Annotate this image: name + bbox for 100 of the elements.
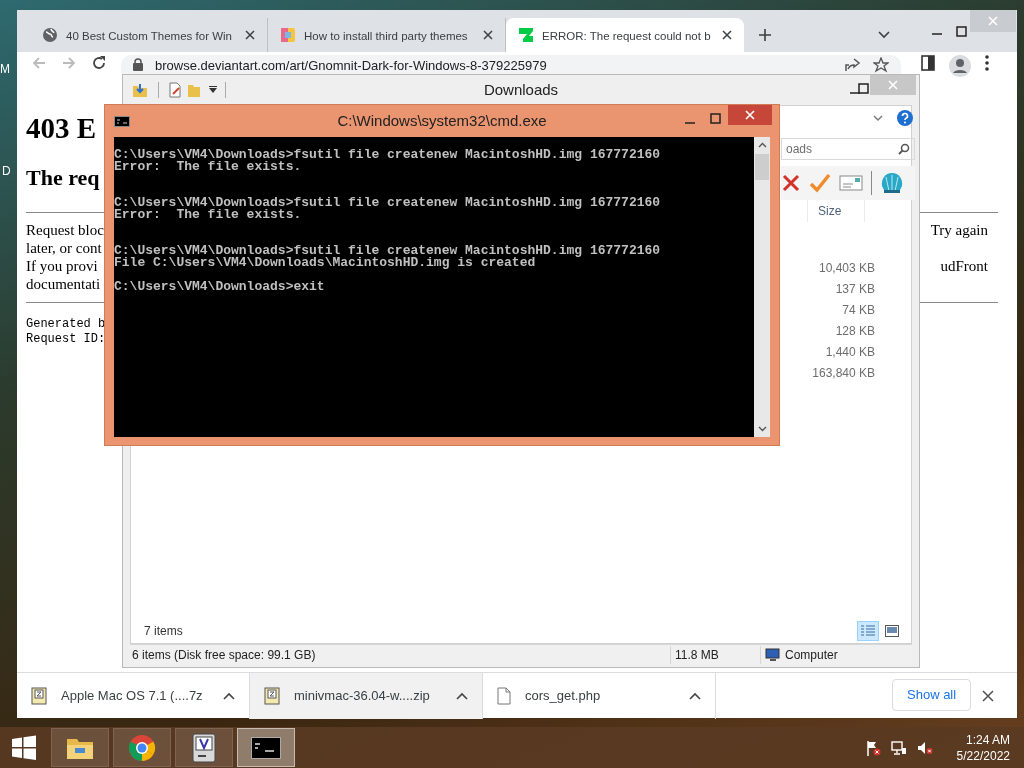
close-icon[interactable] — [982, 690, 994, 702]
caret-up-icon[interactable] — [223, 691, 235, 700]
delete-icon[interactable] — [781, 173, 801, 193]
table-cell-text: 137 KB — [834, 281, 875, 298]
tab-title: ERROR: The request could not b — [542, 30, 711, 42]
clock-time: 1:24 AM — [965, 731, 1010, 748]
window-title: Downloads — [483, 79, 559, 100]
clock[interactable]: 1:24 AM 5/22/2022 — [956, 731, 1010, 764]
download-name: cors_get.php — [525, 686, 602, 705]
reload-icon[interactable] — [91, 55, 107, 71]
help-icon[interactable] — [897, 110, 913, 126]
scrollbar-thumb[interactable] — [755, 154, 769, 180]
close-icon[interactable] — [722, 30, 732, 40]
page-text: If you provi — [26, 257, 98, 275]
console-line: Error: The file exists. — [114, 209, 303, 221]
download-item[interactable]: minivmac-36.04-w....zip — [250, 672, 483, 719]
page-text: Generated b — [26, 317, 106, 332]
browser-tab[interactable]: ERROR: The request could not b — [506, 18, 744, 52]
star-icon[interactable] — [873, 56, 889, 73]
table-cell-text: 74 KB — [841, 302, 875, 319]
page-text: later, or cont — [26, 239, 102, 257]
scroll-down-icon[interactable] — [757, 426, 767, 432]
caret-up-icon[interactable] — [456, 691, 468, 700]
globe-icon — [42, 27, 58, 43]
page-text: Request bloc — [26, 221, 104, 239]
download-name: Apple Mac OS 7.1 (....7z — [61, 686, 204, 705]
card-icon[interactable] — [839, 175, 863, 191]
window-title: C:\Windows\system32\cmd.exe — [337, 110, 547, 131]
status-text: 6 items (Disk free space: 99.1 GB) — [131, 647, 317, 664]
tab-title: How to install third party themes — [304, 30, 468, 42]
page-text: udFront — [940, 257, 988, 275]
profile-icon[interactable] — [949, 55, 971, 77]
shell-icon[interactable] — [880, 172, 904, 194]
console-line: Error: The file exists. — [114, 161, 303, 173]
network-icon[interactable] — [890, 739, 907, 756]
browser-logo-icon[interactable] — [128, 733, 156, 762]
search-icon[interactable] — [898, 143, 910, 155]
url-text: browse.deviantart.com/art/Gnomnit-Dark-for-Windows-8-379225979 — [155, 57, 547, 73]
scroll-up-icon[interactable] — [757, 142, 767, 148]
start-icon[interactable] — [11, 734, 37, 761]
show-all-button[interactable]: Show all — [892, 679, 972, 711]
terminal-icon[interactable] — [251, 736, 281, 759]
search-placeholder: oads — [786, 141, 813, 158]
console-line: C:\Users\VM4\Downloads>fsutil file createnew MacintoshHD.img 167772160 — [114, 197, 662, 209]
console-line: C:\Users\VM4\Downloads>fsutil file createnew MacintoshHD.img 167772160 — [114, 245, 662, 257]
close-icon[interactable] — [245, 30, 255, 40]
archive-icon — [31, 686, 47, 705]
console-icon — [114, 115, 130, 127]
maximize-icon[interactable] — [710, 113, 721, 124]
taskbar-app-button[interactable] — [237, 728, 295, 767]
lock-icon — [133, 58, 143, 71]
archive-icon — [264, 686, 280, 705]
download-name: minivmac-36.04-w....zip — [294, 686, 431, 705]
console-line: File C:\Users\VM4\Downloads\MacintoshHD.img is created — [114, 257, 536, 269]
checkmark-icon[interactable] — [809, 173, 831, 193]
file-icon — [497, 686, 511, 705]
item-count: 7 items — [144, 623, 183, 640]
desktop-icon-label: M — [0, 61, 10, 78]
console-line: C:\Users\VM4\Downloads>exit — [114, 281, 326, 293]
chevron-down-icon[interactable] — [873, 114, 883, 122]
dropdown-icon[interactable] — [209, 86, 217, 94]
page-text: Request ID: — [26, 332, 106, 347]
download-item[interactable]: cors_get.php — [483, 672, 716, 719]
new-tab-icon[interactable] — [758, 28, 772, 42]
status-text: Computer — [785, 647, 838, 664]
computer-icon — [765, 648, 781, 662]
status-text: 11.8 MB — [670, 646, 760, 664]
page-heading: 403 E — [26, 111, 97, 146]
page-text: Try again — [930, 221, 988, 239]
desktop-icon-label: D — [2, 163, 11, 180]
maximize-icon[interactable] — [956, 26, 967, 37]
taskbar-app-button[interactable] — [51, 728, 109, 767]
site-icon — [280, 27, 296, 43]
site-icon — [518, 27, 534, 43]
folder-download-icon[interactable] — [132, 82, 148, 98]
table-cell-text: 10,403 KB — [817, 260, 875, 277]
tab-title: 40 Best Custom Themes for Win — [66, 30, 232, 42]
table-cell-text: 1,440 KB — [824, 344, 875, 361]
close-icon[interactable] — [483, 30, 493, 40]
taskbar-app-button[interactable] — [113, 728, 171, 767]
column-header[interactable]: Size — [807, 200, 865, 222]
search-field[interactable]: oads — [781, 138, 915, 160]
side-panel-icon[interactable] — [921, 55, 935, 71]
clock-date: 5/22/2022 — [956, 747, 1010, 764]
properties-icon[interactable] — [167, 82, 183, 98]
computer-icon[interactable] — [192, 732, 216, 763]
table-cell-text: 128 KB — [834, 323, 875, 340]
close-button[interactable] — [728, 105, 772, 125]
maximize-icon[interactable] — [858, 83, 869, 94]
page-text: documentati — [26, 275, 101, 293]
chevron-down-icon[interactable] — [878, 31, 890, 39]
console-line: C:\Users\VM4\Downloads>fsutil file createnew MacintoshHD.img 167772160 — [114, 149, 662, 161]
table-cell-text: 163,840 KB — [811, 365, 875, 382]
caret-up-icon[interactable] — [689, 691, 701, 700]
menu-icon[interactable] — [985, 55, 989, 71]
taskbar-app-button[interactable] — [175, 728, 233, 767]
flag-icon[interactable] — [864, 739, 881, 756]
address-bar[interactable]: browse.deviantart.com/art/Gnomnit-Dark-for-Windows-8-379225979 — [121, 55, 901, 74]
share-icon[interactable] — [845, 57, 861, 72]
scrollbar[interactable] — [754, 137, 770, 437]
